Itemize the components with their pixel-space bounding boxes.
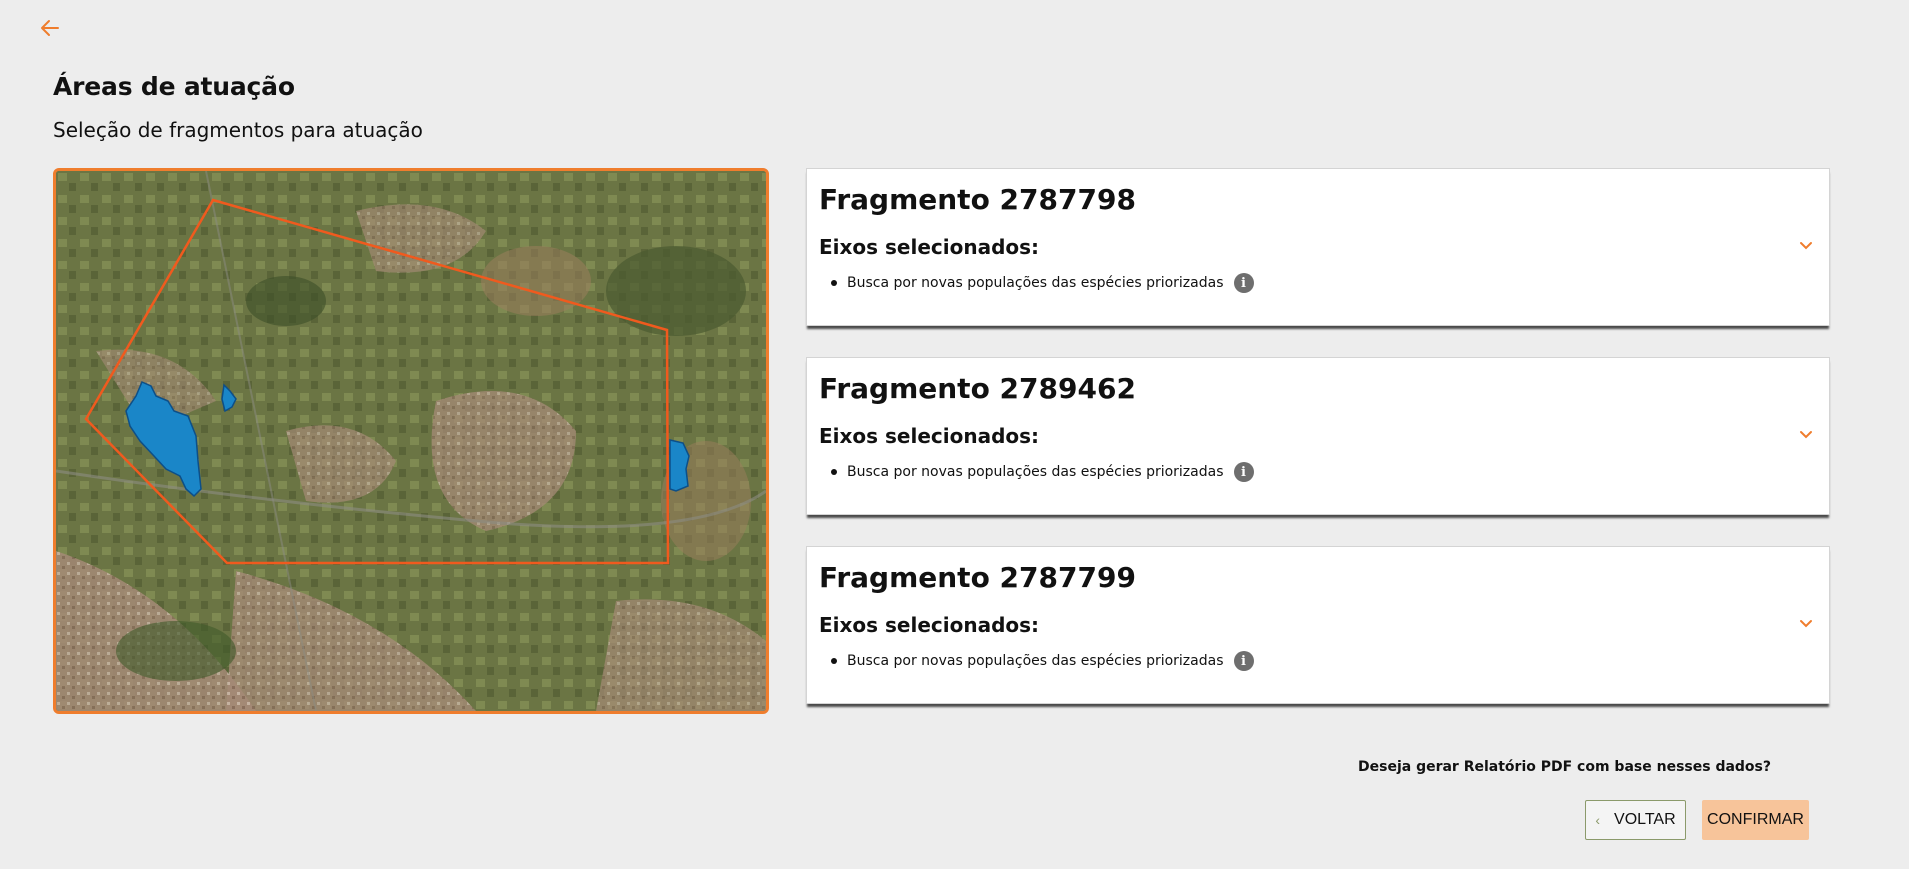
axes-label: Eixos selecionados: <box>819 613 1040 637</box>
expand-button[interactable] <box>1795 235 1817 257</box>
fragment-list: Fragmento 2787798 Eixos selecionados: Bu… <box>806 168 1830 735</box>
chevron-down-icon <box>1800 620 1812 628</box>
bullet-icon <box>831 469 837 475</box>
fragment-title: Fragmento 2787798 <box>819 183 1136 216</box>
fragment-card[interactable]: Fragmento 2787798 Eixos selecionados: Bu… <box>806 168 1830 326</box>
back-button-label: VOLTAR <box>1614 811 1676 828</box>
axes-label: Eixos selecionados: <box>819 235 1040 259</box>
pdf-report-question: Deseja gerar Relatório PDF com base ness… <box>1358 759 1771 775</box>
page-subtitle: Seleção de fragmentos para atuação <box>53 118 423 142</box>
axis-item: Busca por novas populações das espécies … <box>831 651 1254 671</box>
bullet-icon <box>831 658 837 664</box>
chevron-left-icon: ‹ <box>1595 812 1601 828</box>
info-icon[interactable]: i <box>1233 462 1254 482</box>
fragment-title: Fragmento 2789462 <box>819 372 1136 405</box>
info-icon[interactable]: i <box>1233 651 1254 671</box>
axis-item-label: Busca por novas populações das espécies … <box>847 653 1224 669</box>
bullet-icon <box>831 280 837 286</box>
arrow-left-icon <box>41 20 59 36</box>
page-title: Áreas de atuação <box>53 72 295 101</box>
back-button-footer[interactable]: ‹ VOLTAR <box>1585 800 1686 840</box>
axis-item: Busca por novas populações das espécies … <box>831 462 1254 482</box>
axis-item-label: Busca por novas populações das espécies … <box>847 464 1224 480</box>
axes-label: Eixos selecionados: <box>819 424 1040 448</box>
fragment-title: Fragmento 2787799 <box>819 561 1136 594</box>
confirm-button-label: CONFIRMAR <box>1707 811 1804 828</box>
expand-button[interactable] <box>1795 613 1817 635</box>
expand-button[interactable] <box>1795 424 1817 446</box>
chevron-down-icon <box>1800 242 1812 250</box>
fragment-card[interactable]: Fragmento 2787799 Eixos selecionados: Bu… <box>806 546 1830 704</box>
fragment-card[interactable]: Fragmento 2789462 Eixos selecionados: Bu… <box>806 357 1830 515</box>
axis-item: Busca por novas populações das espécies … <box>831 273 1254 293</box>
map-canvas[interactable] <box>56 171 766 711</box>
info-icon[interactable]: i <box>1233 273 1254 293</box>
chevron-down-icon <box>1800 431 1812 439</box>
back-button[interactable] <box>36 14 64 42</box>
axis-item-label: Busca por novas populações das espécies … <box>847 275 1224 291</box>
confirm-button[interactable]: CONFIRMAR <box>1702 800 1809 840</box>
satellite-map[interactable] <box>53 168 769 714</box>
